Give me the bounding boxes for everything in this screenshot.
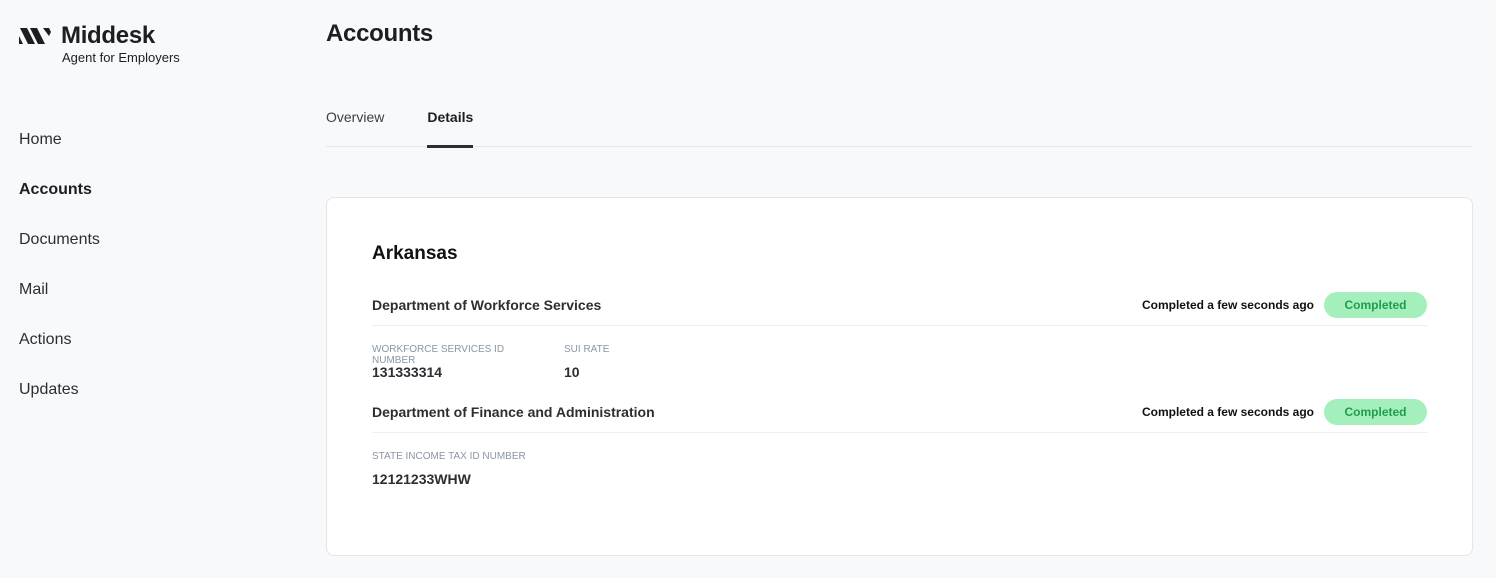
agency-section: Department of Workforce Services Complet… [372,291,1427,380]
agency-section: Department of Finance and Administration… [372,398,1427,487]
nav-item-documents[interactable]: Documents [19,226,100,276]
field-label: WORKFORCE SERVICES ID NUMBER [372,344,505,366]
sidebar: Middesk Agent for Employers Home Account… [0,0,300,578]
nav-item-accounts[interactable]: Accounts [19,176,100,226]
field-state-income-tax-id: STATE INCOME TAX ID NUMBER 12121233WHW [372,451,526,487]
nav-item-updates[interactable]: Updates [19,376,100,426]
nav-item-mail[interactable]: Mail [19,276,100,326]
status-text: Completed a few seconds ago [1141,297,1314,312]
field-value: 10 [564,364,580,380]
agency-fields: STATE INCOME TAX ID NUMBER 12121233WHW [372,451,1427,487]
field-value: 131333314 [372,364,443,380]
field-value: 12121233WHW [372,471,471,487]
agency-name: Department of Workforce Services [372,296,602,313]
agency-header: Department of Workforce Services Complet… [372,291,1427,326]
brand-logo[interactable]: Middesk [19,22,155,50]
brand-name: Middesk [61,22,155,49]
field-sui-rate: SUI RATE 10 [564,344,609,380]
field-workforce-id: WORKFORCE SERVICES ID NUMBER 131333314 [372,344,544,380]
tab-overview[interactable]: Overview [326,106,384,146]
agency-status: Completed a few seconds ago Completed [1141,398,1427,425]
agency-fields: WORKFORCE SERVICES ID NUMBER 131333314 S… [372,344,1427,380]
middesk-logo-icon [19,28,51,44]
agency-name: Department of Finance and Administration [372,403,655,420]
status-badge: Completed [1324,291,1427,318]
nav-item-home[interactable]: Home [19,126,100,176]
state-title: Arkansas [372,243,458,264]
field-label: SUI RATE [564,344,610,355]
agency-header: Department of Finance and Administration… [372,398,1427,433]
tab-bar: Overview Details [326,106,1472,148]
state-card: Arkansas Department of Workforce Service… [326,197,1473,556]
status-text: Completed a few seconds ago [1141,404,1314,419]
tab-details[interactable]: Details [427,106,473,148]
field-label: STATE INCOME TAX ID NUMBER [372,451,526,462]
agency-status: Completed a few seconds ago Completed [1141,291,1427,318]
brand-subtitle: Agent for Employers [62,50,180,65]
nav-item-actions[interactable]: Actions [19,326,100,376]
status-badge: Completed [1324,398,1427,425]
sidebar-nav: Home Accounts Documents Mail Actions Upd… [19,126,100,426]
page-title: Accounts [326,20,433,47]
